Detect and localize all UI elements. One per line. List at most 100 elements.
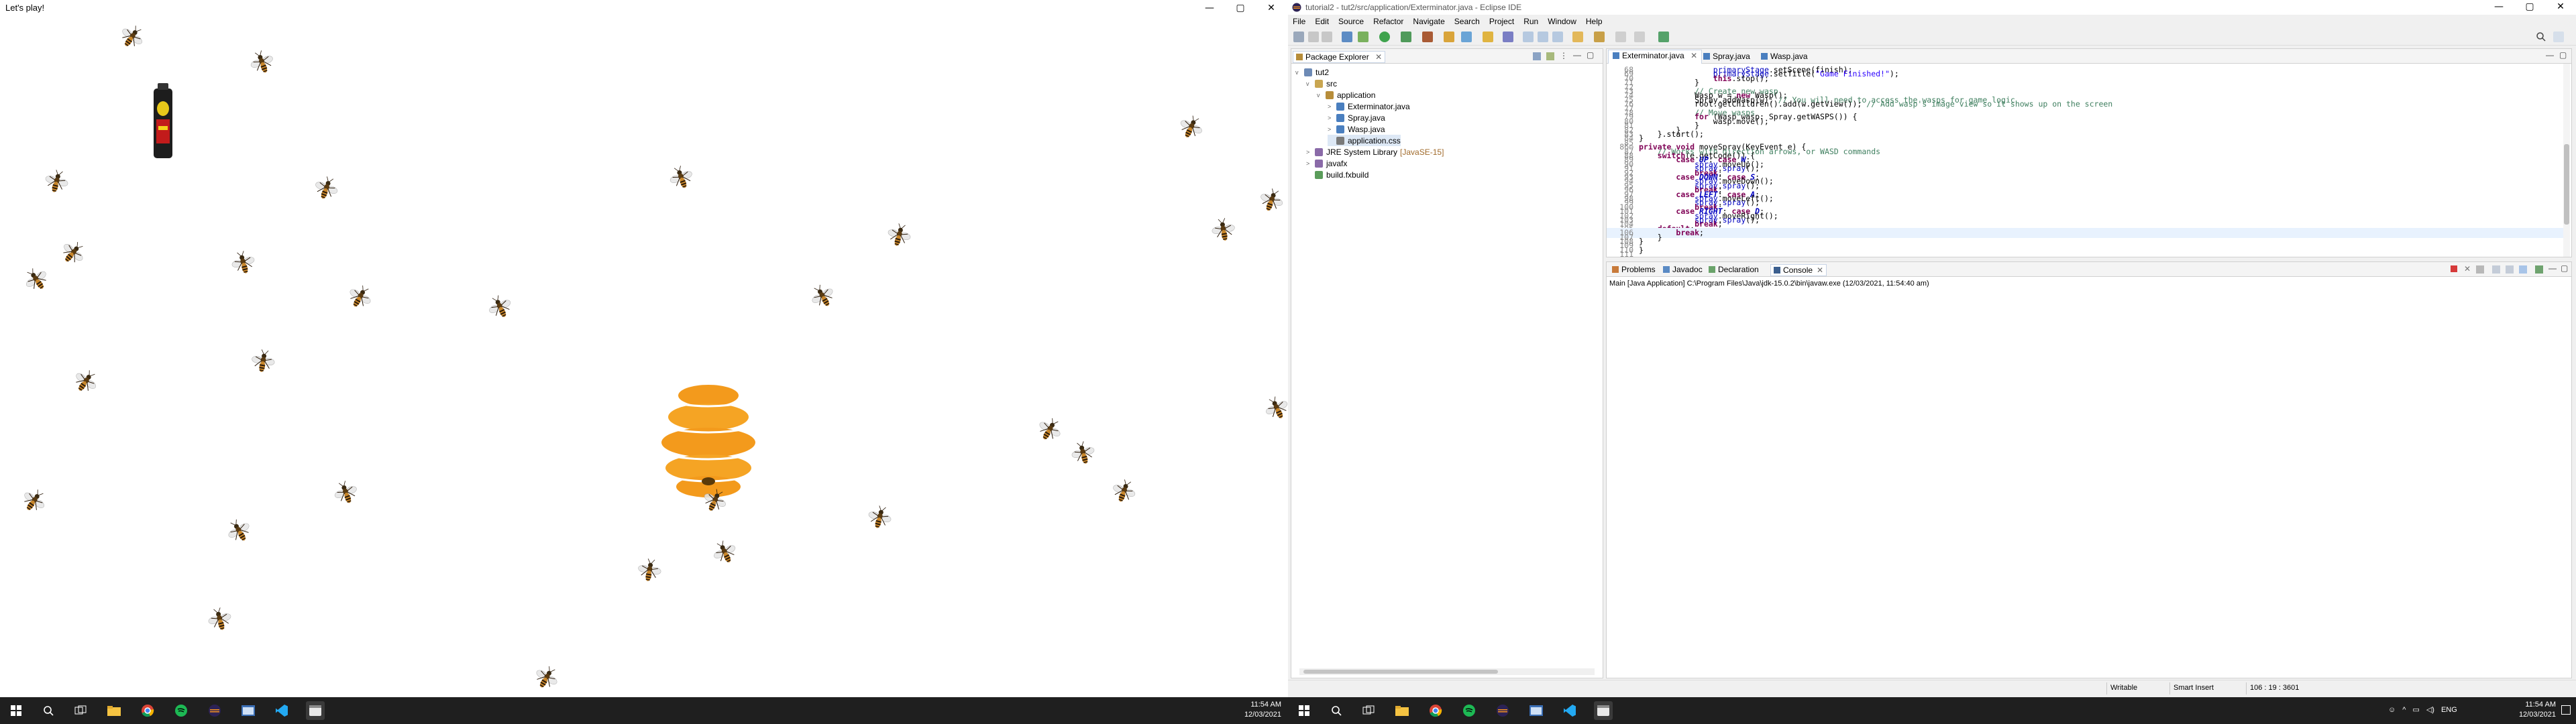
search-toolbar-icon[interactable] [1503,32,1513,42]
close-tab-icon[interactable]: ✕ [1690,51,1697,60]
eclipse-icon[interactable] [1493,701,1512,720]
maximize-view-icon[interactable]: ▢ [2559,50,2567,60]
tree-item[interactable]: > Spray.java [1328,112,1385,123]
status-cursor-position[interactable]: 106 : 19 : 3601 [2250,684,2299,692]
menu-run[interactable]: Run [1519,15,1543,28]
tree-item[interactable]: build.fxbuild [1306,169,1368,180]
debug-icon[interactable] [1358,32,1368,42]
new-icon[interactable] [1293,32,1304,42]
tree-item[interactable]: > javafx [1306,158,1347,169]
tab-wasp-java[interactable]: Wasp.java [1757,51,1812,62]
clock-left[interactable]: 11:54 AM 12/03/2021 [1221,700,1281,720]
app-window-icon[interactable] [239,701,258,720]
eclipse-icon[interactable] [205,701,224,720]
code-text-area[interactable]: 68 primaryStage.setScene(finish); 69 prim… [1607,64,2563,259]
network-icon[interactable]: ▭ [2412,705,2419,714]
menu-source[interactable]: Source [1334,15,1368,28]
new-java-class-icon[interactable] [1461,32,1472,42]
collapsed-twisty-icon[interactable]: > [1328,103,1334,110]
toggle-whitespace-icon[interactable] [1552,32,1563,42]
maximize-button[interactable]: ▢ [1225,0,1256,16]
tab-javadoc[interactable]: Javadoc [1660,264,1705,275]
minimize-view-icon[interactable]: — [1573,50,1581,60]
expanded-twisty-icon[interactable]: v [1306,80,1313,87]
tree-item[interactable]: > JRE System Library [JavaSE-15] [1306,146,1444,158]
file-explorer-icon[interactable] [1393,701,1411,720]
app-window-icon[interactable] [1527,701,1546,720]
external-tools-icon[interactable] [1422,32,1433,42]
spotify-icon[interactable] [172,701,191,720]
tree-item[interactable]: v application [1317,89,1375,101]
search-icon[interactable] [39,701,58,720]
tab-console[interactable]: Console ✕ [1770,264,1827,276]
package-explorer-hscroll-thumb[interactable] [1303,670,1498,674]
close-tab-icon[interactable]: ✕ [1817,265,1823,275]
java-app-icon[interactable] [306,701,325,720]
notifications-icon[interactable] [2561,705,2571,715]
minimize-view-icon[interactable]: — [2548,263,2557,273]
volume-icon[interactable]: ◁) [2426,705,2434,714]
editor-vscrollbar[interactable] [2563,64,2570,257]
menu-help[interactable]: Help [1581,15,1607,28]
tab-problems[interactable]: Problems [1609,264,1658,275]
menu-window[interactable]: Window [1543,15,1581,28]
vscode-icon[interactable] [1560,701,1579,720]
prev-annotation-icon[interactable] [1594,32,1605,42]
collapsed-twisty-icon[interactable]: > [1328,126,1334,133]
spotify-icon[interactable] [1460,701,1479,720]
show-hidden-icons-icon[interactable]: ^ [2402,706,2406,714]
maximize-button[interactable]: ▢ [2514,0,2545,15]
java-app-icon[interactable] [1594,701,1613,720]
clock-right[interactable]: 11:54 AM 12/03/2021 [2502,700,2556,720]
editor-vscroll-thumb[interactable] [2564,144,2569,225]
tab-exterminator-java[interactable]: Exterminator.java ✕ [1608,50,1703,64]
collapsed-twisty-icon[interactable]: > [1328,115,1334,121]
tree-item[interactable]: application.css [1328,135,1401,146]
clear-console-icon[interactable] [2492,265,2500,274]
save-all-icon[interactable] [1322,32,1332,42]
tree-item[interactable]: > Exterminator.java [1328,101,1410,112]
code-line[interactable]: 111 [1607,249,2563,259]
toggle-block-icon[interactable] [1538,32,1548,42]
minimize-button[interactable]: — [2483,0,2514,15]
save-icon[interactable] [1308,32,1319,42]
status-insert-mode[interactable]: Smart Insert [2174,684,2214,692]
terminate-icon[interactable] [2451,265,2457,272]
language-indicator[interactable]: ENG [2441,706,2457,714]
maximize-view-icon[interactable]: ▢ [1587,50,1594,60]
menu-edit[interactable]: Edit [1310,15,1334,28]
maximize-view-icon[interactable]: ▢ [2561,263,2568,273]
people-icon[interactable]: ☺ [2388,706,2396,714]
minimize-view-icon[interactable]: — [2546,50,2554,60]
collapsed-twisty-icon[interactable]: > [1306,149,1313,156]
remove-all-icon[interactable] [2476,265,2484,274]
remove-launch-icon[interactable]: ✕ [2464,264,2471,274]
forward-icon[interactable] [1634,32,1645,42]
expanded-twisty-icon[interactable]: v [1317,92,1324,99]
task-view-icon[interactable] [1359,701,1378,720]
terminal-icon[interactable] [1342,32,1352,42]
task-view-icon[interactable] [71,701,90,720]
tab-package-explorer[interactable]: Package Explorer ✕ [1293,51,1386,63]
scroll-lock-icon[interactable] [2506,265,2514,274]
package-explorer-hscroll[interactable] [1299,668,1595,675]
start-button[interactable] [1295,701,1313,720]
start-button[interactable] [7,701,25,720]
tab-spray-java[interactable]: Spray.java [1699,51,1754,62]
menu-navigate[interactable]: Navigate [1408,15,1449,28]
word-wrap-icon[interactable] [2519,265,2527,274]
tree-item[interactable]: v tut2 [1295,66,1329,78]
new-java-package-icon[interactable] [1444,32,1454,42]
link-editor-icon[interactable] [1546,52,1554,60]
toggle-mark-icon[interactable] [1523,32,1534,42]
next-annotation-icon[interactable] [1572,32,1583,42]
vscode-icon[interactable] [272,701,291,720]
perspective-icon[interactable] [2553,32,2564,42]
menu-refactor[interactable]: Refactor [1368,15,1408,28]
collapsed-twisty-icon[interactable]: > [1306,160,1313,167]
search-icon[interactable] [1327,701,1346,720]
search-icon[interactable] [2536,32,2546,42]
tree-item[interactable]: v src [1306,78,1337,89]
close-button[interactable]: ✕ [2545,0,2576,15]
tab-declaration[interactable]: Declaration [1706,264,1762,275]
